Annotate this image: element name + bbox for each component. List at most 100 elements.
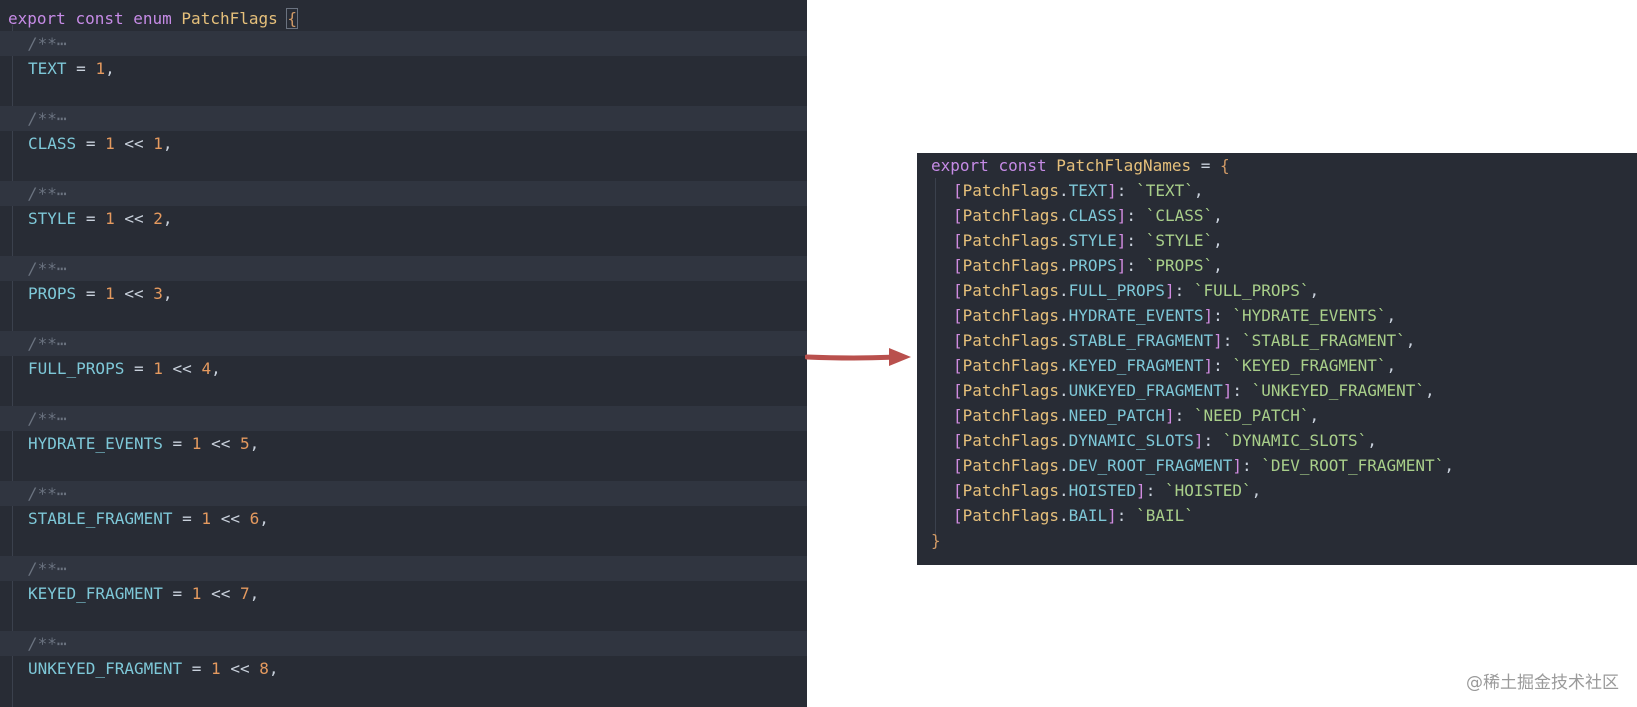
right-arrow-icon <box>805 348 911 366</box>
enum-member-value: 1 <box>105 284 115 303</box>
object-ref: PatchFlags <box>962 481 1059 500</box>
colon: : <box>1116 506 1127 525</box>
close-brace-line: } <box>917 528 1637 553</box>
colon: : <box>1242 456 1252 475</box>
open-bracket: [ <box>953 381 963 400</box>
folded-comment-line: /**⋯ <box>0 481 807 506</box>
shift-operator: << <box>124 134 144 153</box>
close-bracket: ] <box>1213 331 1223 350</box>
left-code-editor: export const enum PatchFlags { /**⋯ TEXT =… <box>0 0 807 707</box>
comma: , <box>162 134 173 153</box>
close-bracket: ] <box>1203 356 1214 375</box>
shift-amount: 2 <box>153 209 163 228</box>
close-bracket: ] <box>1136 481 1146 500</box>
entry-key: DEV_ROOT_FRAGMENT <box>1068 456 1233 475</box>
entry-key: KEYED_FRAGMENT <box>1068 356 1204 375</box>
keyword-const: const <box>998 156 1047 175</box>
entry-string-value: `KEYED_FRAGMENT` <box>1232 356 1387 375</box>
object-entry-line: [PatchFlags.NEED_PATCH]: `NEED_PATCH`, <box>917 403 1637 428</box>
enum-declaration-line: export const enum PatchFlags { <box>0 6 807 31</box>
colon: : <box>1126 231 1137 250</box>
comma: , <box>105 59 115 78</box>
object-ref: PatchFlags <box>962 456 1059 475</box>
object-ref: PatchFlags <box>962 431 1059 450</box>
comma: , <box>268 659 279 678</box>
entry-key: TEXT <box>1068 181 1108 200</box>
colon: : <box>1213 306 1223 325</box>
assign-operator: = <box>85 284 96 303</box>
comma: , <box>1386 306 1397 325</box>
assign-operator: = <box>76 59 86 78</box>
object-entry-line: [PatchFlags.UNKEYED_FRAGMENT]: `UNKEYED_… <box>917 378 1637 403</box>
shift-operator: << <box>124 284 144 303</box>
entry-key: UNKEYED_FRAGMENT <box>1068 381 1223 400</box>
enum-member-line: KEYED_FRAGMENT = 1 << 7, <box>0 581 807 606</box>
entry-key: STABLE_FRAGMENT <box>1068 331 1214 350</box>
dot: . <box>1058 506 1069 525</box>
comma: , <box>1425 381 1435 400</box>
keyword-enum: enum <box>133 9 172 28</box>
folded-doc-comment: /**⋯ <box>28 409 67 428</box>
shift-amount: 7 <box>239 584 250 603</box>
colon: : <box>1203 431 1214 450</box>
open-brace: { <box>1220 156 1230 175</box>
colon: : <box>1213 356 1223 375</box>
close-bracket: ] <box>1107 181 1117 200</box>
keyword-export: export <box>8 9 66 28</box>
close-bracket: ] <box>1203 306 1214 325</box>
close-bracket: ] <box>1107 506 1117 525</box>
enum-member-value: 1 <box>95 59 106 78</box>
enum-member-name: CLASS <box>28 134 77 153</box>
object-ref: PatchFlags <box>962 281 1059 300</box>
dot: . <box>1058 406 1069 425</box>
close-bracket: ] <box>1116 206 1127 225</box>
entry-key: DYNAMIC_SLOTS <box>1068 431 1194 450</box>
close-bracket: ] <box>1164 281 1175 300</box>
open-bracket: [ <box>953 431 963 450</box>
comma: , <box>1367 431 1377 450</box>
folded-comment-line: /**⋯ <box>0 556 807 581</box>
object-ref: PatchFlags <box>962 331 1059 350</box>
colon: : <box>1174 406 1185 425</box>
folded-comment-line: /**⋯ <box>0 181 807 206</box>
assign-operator: = <box>172 434 183 453</box>
const-name: PatchFlagNames <box>1056 156 1192 175</box>
enum-member-name: FULL_PROPS <box>28 359 125 378</box>
folded-doc-comment: /**⋯ <box>28 259 67 278</box>
dot: . <box>1058 431 1069 450</box>
comma: , <box>211 359 221 378</box>
object-entry-line: [PatchFlags.KEYED_FRAGMENT]: `KEYED_FRAG… <box>917 353 1637 378</box>
comma: , <box>249 584 260 603</box>
object-entry-line: [PatchFlags.DEV_ROOT_FRAGMENT]: `DEV_ROO… <box>917 453 1637 478</box>
comma: , <box>1213 206 1223 225</box>
comma: , <box>1405 331 1416 350</box>
enum-member-line: TEXT = 1, <box>0 56 807 81</box>
object-ref: PatchFlags <box>962 381 1059 400</box>
open-bracket: [ <box>953 181 963 200</box>
close-bracket: ] <box>1222 381 1233 400</box>
object-ref: PatchFlags <box>962 256 1059 275</box>
close-bracket: ] <box>1164 406 1175 425</box>
enum-member-line: STYLE = 1 << 2, <box>0 206 807 231</box>
enum-member-value: 1 <box>211 659 221 678</box>
enum-member-name: STABLE_FRAGMENT <box>28 509 173 528</box>
entry-key: STYLE <box>1068 231 1117 250</box>
enum-member-name: STYLE <box>28 209 77 228</box>
colon: : <box>1222 331 1233 350</box>
shift-operator: << <box>172 359 192 378</box>
folded-comment-line: /**⋯ <box>0 406 807 431</box>
colon: : <box>1232 381 1243 400</box>
comma: , <box>162 209 173 228</box>
object-ref: PatchFlags <box>962 231 1059 250</box>
dot: . <box>1058 281 1069 300</box>
keyword-export: export <box>931 156 989 175</box>
colon: : <box>1126 206 1137 225</box>
entry-key: HOISTED <box>1068 481 1137 500</box>
colon: : <box>1174 281 1185 300</box>
entry-key: HYDRATE_EVENTS <box>1068 306 1204 325</box>
object-ref: PatchFlags <box>962 181 1059 200</box>
shift-operator: << <box>220 509 240 528</box>
close-bracket: ] <box>1232 456 1243 475</box>
object-entry-line: [PatchFlags.CLASS]: `CLASS`, <box>917 203 1637 228</box>
close-bracket: ] <box>1116 231 1127 250</box>
